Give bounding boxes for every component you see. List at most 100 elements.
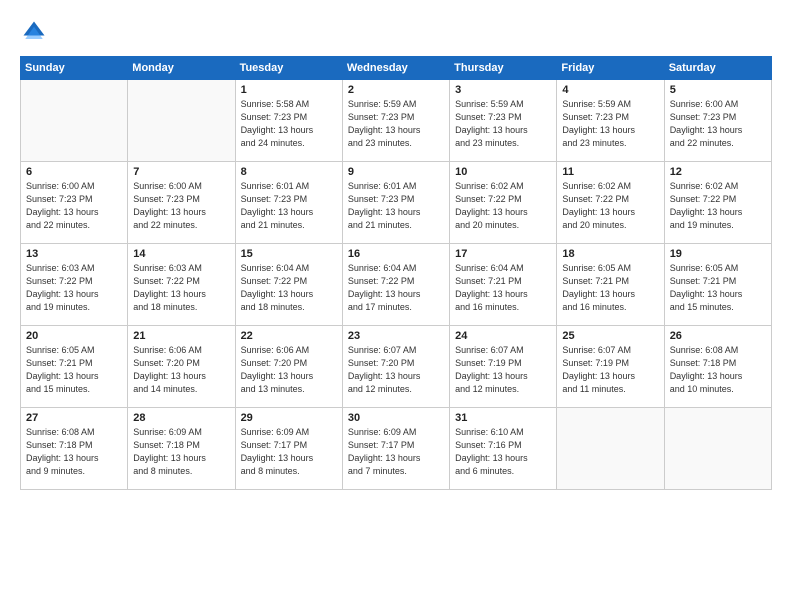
day-number: 2 xyxy=(348,84,444,96)
calendar-cell: 5 Sunrise: 6:00 AM Sunset: 7:23 PM Daylig… xyxy=(664,80,771,162)
day-info: Sunrise: 6:00 AM Sunset: 7:23 PM Dayligh… xyxy=(133,180,229,232)
day-info: Sunrise: 6:07 AM Sunset: 7:20 PM Dayligh… xyxy=(348,344,444,396)
calendar-cell: 29 Sunrise: 6:09 AM Sunset: 7:17 PM Dayli… xyxy=(235,408,342,490)
day-info: Sunrise: 6:07 AM Sunset: 7:19 PM Dayligh… xyxy=(562,344,658,396)
day-number: 5 xyxy=(670,84,766,96)
week-row-3: 13 Sunrise: 6:03 AM Sunset: 7:22 PM Dayli… xyxy=(21,244,772,326)
page: SundayMondayTuesdayWednesdayThursdayFrid… xyxy=(0,0,792,612)
day-number: 9 xyxy=(348,166,444,178)
logo-icon xyxy=(20,18,48,46)
weekday-header-friday: Friday xyxy=(557,57,664,80)
day-number: 16 xyxy=(348,248,444,260)
day-number: 21 xyxy=(133,330,229,342)
day-number: 14 xyxy=(133,248,229,260)
day-number: 20 xyxy=(26,330,122,342)
day-info: Sunrise: 6:02 AM Sunset: 7:22 PM Dayligh… xyxy=(562,180,658,232)
day-info: Sunrise: 6:09 AM Sunset: 7:17 PM Dayligh… xyxy=(348,426,444,478)
weekday-header-thursday: Thursday xyxy=(450,57,557,80)
calendar-cell: 15 Sunrise: 6:04 AM Sunset: 7:22 PM Dayli… xyxy=(235,244,342,326)
week-row-2: 6Sunrise: 6:00 AM Sunset: 7:23 PM Daylig… xyxy=(21,162,772,244)
calendar-cell: 6Sunrise: 6:00 AM Sunset: 7:23 PM Daylig… xyxy=(21,162,128,244)
day-info: Sunrise: 6:05 AM Sunset: 7:21 PM Dayligh… xyxy=(562,262,658,314)
day-number: 10 xyxy=(455,166,551,178)
day-info: Sunrise: 5:59 AM Sunset: 7:23 PM Dayligh… xyxy=(455,98,551,150)
header xyxy=(20,18,772,46)
day-info: Sunrise: 5:58 AM Sunset: 7:23 PM Dayligh… xyxy=(241,98,337,150)
calendar-cell: 11 Sunrise: 6:02 AM Sunset: 7:22 PM Dayli… xyxy=(557,162,664,244)
day-number: 23 xyxy=(348,330,444,342)
day-info: Sunrise: 6:09 AM Sunset: 7:18 PM Dayligh… xyxy=(133,426,229,478)
day-info: Sunrise: 6:00 AM Sunset: 7:23 PM Dayligh… xyxy=(670,98,766,150)
day-number: 29 xyxy=(241,412,337,424)
calendar-cell: 7 Sunrise: 6:00 AM Sunset: 7:23 PM Daylig… xyxy=(128,162,235,244)
day-info: Sunrise: 6:05 AM Sunset: 7:21 PM Dayligh… xyxy=(670,262,766,314)
day-info: Sunrise: 6:07 AM Sunset: 7:19 PM Dayligh… xyxy=(455,344,551,396)
weekday-header-monday: Monday xyxy=(128,57,235,80)
day-number: 25 xyxy=(562,330,658,342)
calendar-cell xyxy=(557,408,664,490)
day-number: 26 xyxy=(670,330,766,342)
day-number: 3 xyxy=(455,84,551,96)
day-info: Sunrise: 6:10 AM Sunset: 7:16 PM Dayligh… xyxy=(455,426,551,478)
calendar-cell: 18 Sunrise: 6:05 AM Sunset: 7:21 PM Dayli… xyxy=(557,244,664,326)
calendar-cell: 12Sunrise: 6:02 AM Sunset: 7:22 PM Dayli… xyxy=(664,162,771,244)
day-number: 19 xyxy=(670,248,766,260)
calendar-cell xyxy=(128,80,235,162)
calendar-cell: 25 Sunrise: 6:07 AM Sunset: 7:19 PM Dayli… xyxy=(557,326,664,408)
day-number: 24 xyxy=(455,330,551,342)
weekday-header-row: SundayMondayTuesdayWednesdayThursdayFrid… xyxy=(21,57,772,80)
day-info: Sunrise: 6:04 AM Sunset: 7:22 PM Dayligh… xyxy=(241,262,337,314)
day-number: 13 xyxy=(26,248,122,260)
calendar-cell: 26 Sunrise: 6:08 AM Sunset: 7:18 PM Dayli… xyxy=(664,326,771,408)
day-info: Sunrise: 5:59 AM Sunset: 7:23 PM Dayligh… xyxy=(348,98,444,150)
calendar-cell: 22Sunrise: 6:06 AM Sunset: 7:20 PM Dayli… xyxy=(235,326,342,408)
day-info: Sunrise: 6:00 AM Sunset: 7:23 PM Dayligh… xyxy=(26,180,122,232)
calendar-cell: 23 Sunrise: 6:07 AM Sunset: 7:20 PM Dayli… xyxy=(342,326,449,408)
calendar-cell: 21 Sunrise: 6:06 AM Sunset: 7:20 PM Dayli… xyxy=(128,326,235,408)
day-info: Sunrise: 6:05 AM Sunset: 7:21 PM Dayligh… xyxy=(26,344,122,396)
day-info: Sunrise: 6:09 AM Sunset: 7:17 PM Dayligh… xyxy=(241,426,337,478)
day-info: Sunrise: 6:04 AM Sunset: 7:22 PM Dayligh… xyxy=(348,262,444,314)
calendar-cell: 17Sunrise: 6:04 AM Sunset: 7:21 PM Dayli… xyxy=(450,244,557,326)
day-info: Sunrise: 5:59 AM Sunset: 7:23 PM Dayligh… xyxy=(562,98,658,150)
day-number: 30 xyxy=(348,412,444,424)
calendar-cell: 30 Sunrise: 6:09 AM Sunset: 7:17 PM Dayli… xyxy=(342,408,449,490)
calendar-cell: 13Sunrise: 6:03 AM Sunset: 7:22 PM Dayli… xyxy=(21,244,128,326)
day-number: 27 xyxy=(26,412,122,424)
calendar-cell: 19 Sunrise: 6:05 AM Sunset: 7:21 PM Dayli… xyxy=(664,244,771,326)
logo xyxy=(20,18,54,46)
day-info: Sunrise: 6:03 AM Sunset: 7:22 PM Dayligh… xyxy=(133,262,229,314)
calendar-cell xyxy=(21,80,128,162)
calendar-cell: 27 Sunrise: 6:08 AM Sunset: 7:18 PM Dayli… xyxy=(21,408,128,490)
week-row-1: 1Sunrise: 5:58 AM Sunset: 7:23 PM Daylig… xyxy=(21,80,772,162)
day-info: Sunrise: 6:01 AM Sunset: 7:23 PM Dayligh… xyxy=(348,180,444,232)
day-number: 15 xyxy=(241,248,337,260)
day-number: 28 xyxy=(133,412,229,424)
day-info: Sunrise: 6:06 AM Sunset: 7:20 PM Dayligh… xyxy=(133,344,229,396)
calendar-cell: 8 Sunrise: 6:01 AM Sunset: 7:23 PM Daylig… xyxy=(235,162,342,244)
day-info: Sunrise: 6:08 AM Sunset: 7:18 PM Dayligh… xyxy=(26,426,122,478)
day-number: 22 xyxy=(241,330,337,342)
day-info: Sunrise: 6:08 AM Sunset: 7:18 PM Dayligh… xyxy=(670,344,766,396)
week-row-5: 27 Sunrise: 6:08 AM Sunset: 7:18 PM Dayli… xyxy=(21,408,772,490)
calendar-cell: 1Sunrise: 5:58 AM Sunset: 7:23 PM Daylig… xyxy=(235,80,342,162)
calendar-cell: 14 Sunrise: 6:03 AM Sunset: 7:22 PM Dayli… xyxy=(128,244,235,326)
calendar-cell: 9 Sunrise: 6:01 AM Sunset: 7:23 PM Daylig… xyxy=(342,162,449,244)
weekday-header-tuesday: Tuesday xyxy=(235,57,342,80)
day-number: 8 xyxy=(241,166,337,178)
calendar-cell: 31Sunrise: 6:10 AM Sunset: 7:16 PM Dayli… xyxy=(450,408,557,490)
weekday-header-sunday: Sunday xyxy=(21,57,128,80)
weekday-header-wednesday: Wednesday xyxy=(342,57,449,80)
day-number: 11 xyxy=(562,166,658,178)
day-number: 7 xyxy=(133,166,229,178)
day-number: 4 xyxy=(562,84,658,96)
day-number: 12 xyxy=(670,166,766,178)
calendar-cell: 2 Sunrise: 5:59 AM Sunset: 7:23 PM Daylig… xyxy=(342,80,449,162)
calendar-cell: 20 Sunrise: 6:05 AM Sunset: 7:21 PM Dayli… xyxy=(21,326,128,408)
day-info: Sunrise: 6:02 AM Sunset: 7:22 PM Dayligh… xyxy=(455,180,551,232)
day-number: 18 xyxy=(562,248,658,260)
week-row-4: 20 Sunrise: 6:05 AM Sunset: 7:21 PM Dayli… xyxy=(21,326,772,408)
day-info: Sunrise: 6:01 AM Sunset: 7:23 PM Dayligh… xyxy=(241,180,337,232)
day-info: Sunrise: 6:04 AM Sunset: 7:21 PM Dayligh… xyxy=(455,262,551,314)
calendar-cell: 16 Sunrise: 6:04 AM Sunset: 7:22 PM Dayli… xyxy=(342,244,449,326)
